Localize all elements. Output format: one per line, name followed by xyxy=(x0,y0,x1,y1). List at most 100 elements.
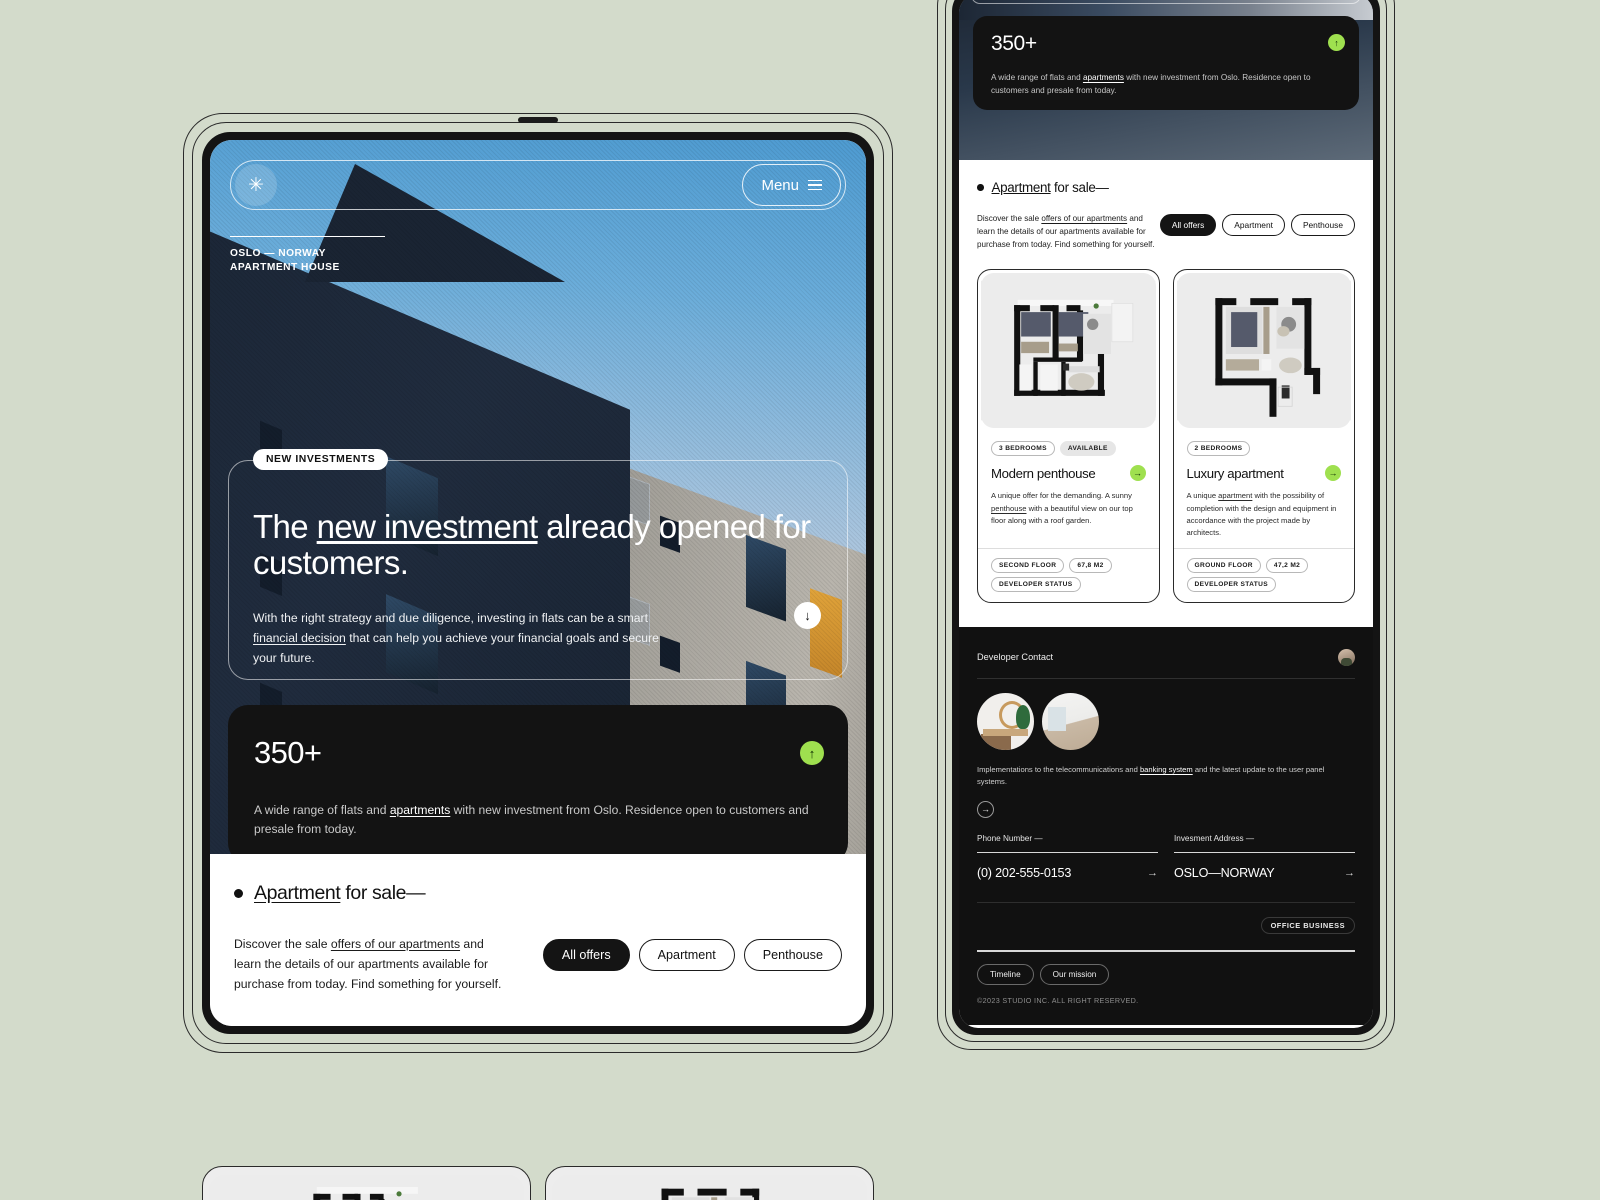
footer-chip-our-mission[interactable]: Our mission xyxy=(1039,963,1110,985)
hero-heading-link[interactable]: new investment xyxy=(317,508,538,545)
phone-filter-chip-all-offers[interactable]: All offers xyxy=(1159,214,1217,236)
luxury-tag-floor: GROUND FLOOR xyxy=(1186,557,1261,573)
apartment-card-luxury[interactable]: 2 BEDROOMS Luxury apartment → A unique a… xyxy=(1172,269,1355,603)
filter-chip-penthouse[interactable]: Penthouse xyxy=(743,939,842,971)
luxury-desc-pre: A unique xyxy=(1186,491,1219,501)
location-block: OSLO — NORWAY APARTMENT HOUSE xyxy=(230,236,410,275)
stats-number: 350+ xyxy=(254,735,322,770)
footer-chip-timeline[interactable]: Timeline xyxy=(977,963,1034,985)
arrow-right-icon: → xyxy=(1133,468,1142,479)
tablet-plan-card-2[interactable] xyxy=(545,1166,874,1200)
phone-screen: 350+ A wide range of flats and apartment… xyxy=(959,0,1373,1028)
hero-paragraph: With the right strategy and due diligenc… xyxy=(253,609,678,668)
address-label: Invesment Address — xyxy=(1174,833,1255,843)
luxury-tag-bedrooms: 2 BEDROOMS xyxy=(1186,441,1251,457)
luxury-tag-area: 47,2 M2 xyxy=(1265,557,1309,573)
phone-offers-description: Discover the sale offers of our apartmen… xyxy=(977,212,1160,251)
tablet-camera-notch xyxy=(518,117,558,123)
page-root: ✳ Menu OSLO — NORWAY APARTMENT HOUSE NEW… xyxy=(0,0,1600,1200)
penthouse-title-row: Modern penthouse → xyxy=(991,465,1146,482)
penthouse-title: Modern penthouse xyxy=(991,465,1096,481)
penthouse-status-row: DEVELOPER STATUS xyxy=(991,576,1146,592)
phone-stats-up-button[interactable]: ↑ xyxy=(1328,34,1345,51)
phone-number-row[interactable]: (0) 202-555-0153 → xyxy=(977,866,1158,880)
phone-offers-desc-link[interactable]: offers of our apartments xyxy=(1041,214,1127,223)
arrow-right-icon: → xyxy=(1344,867,1355,880)
phone-offers-title-link[interactable]: Apartment xyxy=(992,180,1051,195)
thumbnail-interior-bathroom[interactable] xyxy=(977,692,1034,750)
location-subtitle: APARTMENT HOUSE xyxy=(230,262,340,274)
bullet-dot-icon xyxy=(234,889,243,898)
menu-label: Menu xyxy=(761,176,799,194)
offers-desc-link[interactable]: offers of our apartments xyxy=(331,937,460,951)
arrow-right-icon: → xyxy=(1328,468,1338,479)
penthouse-desc-link[interactable]: penthouse xyxy=(991,504,1026,513)
footer-copyright: ©2023 STUDIO INC. ALL RIGHT RESERVED. xyxy=(977,995,1139,1005)
address-value: OSLO—NORWAY xyxy=(1174,866,1275,881)
phone-offers-title-rest: for sale— xyxy=(1050,180,1109,195)
stats-up-button[interactable]: ↑ xyxy=(800,741,824,765)
phone-stats-description: A wide range of flats and apartments wit… xyxy=(991,72,1341,97)
phone-device: 350+ A wide range of flats and apartment… xyxy=(937,0,1395,1050)
filter-chip-all-offers[interactable]: All offers xyxy=(542,939,630,971)
penthouse-go-button[interactable]: → xyxy=(1129,465,1146,482)
phone-filter-chip-apartment[interactable]: Apartment xyxy=(1222,214,1285,236)
footer-note-link[interactable]: banking system xyxy=(1140,765,1193,774)
arrow-right-icon: → xyxy=(981,804,990,815)
luxury-tags: 2 BEDROOMS xyxy=(1186,441,1342,457)
offers-title-link[interactable]: Apartment xyxy=(254,882,341,904)
footer-arrow-button[interactable]: → xyxy=(977,800,994,818)
stats-desc-link[interactable]: apartments xyxy=(390,803,451,817)
penthouse-tag-floor: SECOND FLOOR xyxy=(991,557,1065,573)
filter-chip-apartment[interactable]: Apartment xyxy=(638,939,735,971)
hero-glass-card: NEW INVESTMENTS The new investment alrea… xyxy=(228,449,848,680)
thumbnail-interior-room[interactable] xyxy=(1042,692,1099,750)
footer-contact-columns: Phone Number — (0) 202-555-0153 → Invesm… xyxy=(977,834,1355,880)
logo-button[interactable]: ✳ xyxy=(235,164,277,206)
phone-number-label: Phone Number — xyxy=(977,833,1043,843)
hero-paragraph-link[interactable]: financial decision xyxy=(253,631,346,645)
penthouse-tag-status: DEVELOPER STATUS xyxy=(991,576,1081,592)
offers-desc-pre: Discover the sale xyxy=(234,937,331,951)
phone-bezel: 350+ A wide range of flats and apartment… xyxy=(952,0,1380,1035)
arrow-up-icon: ↑ xyxy=(1334,37,1339,48)
location-divider xyxy=(230,236,385,238)
penthouse-floorplan xyxy=(981,273,1156,429)
top-navbar: ✳ Menu xyxy=(230,160,846,210)
penthouse-description: A unique offer for the demanding. A sunn… xyxy=(991,490,1146,527)
hero-heading: The new investment already opened for cu… xyxy=(253,508,823,582)
phone-offers-desc-pre: Discover the sale xyxy=(977,214,1042,223)
tablet-screen: ✳ Menu OSLO — NORWAY APARTMENT HOUSE NEW… xyxy=(210,140,866,1026)
footer-business-row: OFFICE BUSINESS xyxy=(977,917,1355,935)
footer-thumbnails xyxy=(977,692,1355,750)
offers-section: Apartment for sale— Discover the sale of… xyxy=(210,854,866,1026)
avatar[interactable] xyxy=(1338,648,1355,666)
apartment-card-penthouse[interactable]: 3 BEDROOMS AVAILABLE Modern penthouse → … xyxy=(977,269,1160,603)
tablet-plan-card-1[interactable] xyxy=(202,1166,531,1200)
footer-chips: Timeline Our mission xyxy=(977,963,1355,985)
luxury-desc-link[interactable]: apartment xyxy=(1218,491,1252,500)
offers-filter-chips: All offers Apartment Penthouse xyxy=(542,939,842,971)
phone-filter-chip-penthouse[interactable]: Penthouse xyxy=(1290,214,1355,236)
phone-footer: Developer Contact Implementations to the… xyxy=(959,626,1373,1025)
menu-button[interactable]: Menu xyxy=(742,164,841,206)
phone-stats-desc-link[interactable]: apartments xyxy=(1083,73,1124,82)
tablet-plan-thumb-2 xyxy=(552,1175,867,1200)
penthouse-foot-tags: SECOND FLOOR 67,8 M2 xyxy=(991,557,1146,573)
offers-row: Discover the sale offers of our apartmen… xyxy=(234,935,842,994)
address-row[interactable]: OSLO—NORWAY → xyxy=(1174,866,1355,880)
scroll-down-button[interactable]: ↓ xyxy=(794,602,821,629)
phone-stats-card: 350+ A wide range of flats and apartment… xyxy=(973,16,1359,110)
luxury-floorplan xyxy=(1176,273,1351,429)
phone-hero-card-edge xyxy=(971,0,1361,4)
bullet-dot-icon xyxy=(977,184,984,191)
asterisk-icon: ✳ xyxy=(248,174,264,196)
footer-note: Implementations to the telecommunication… xyxy=(977,764,1355,788)
luxury-card-body: 2 BEDROOMS Luxury apartment → A unique a… xyxy=(1174,431,1355,547)
stats-card: 350+ A wide range of flats and apartment… xyxy=(228,705,848,854)
luxury-title: Luxury apartment xyxy=(1186,465,1284,481)
luxury-go-button[interactable]: → xyxy=(1325,465,1341,482)
phone-offers-section: Apartment for sale— Discover the sale of… xyxy=(959,160,1373,252)
penthouse-desc-pre: A unique offer for the demanding. A sunn… xyxy=(991,491,1132,501)
penthouse-tag-bedrooms: 3 BEDROOMS xyxy=(991,441,1055,457)
